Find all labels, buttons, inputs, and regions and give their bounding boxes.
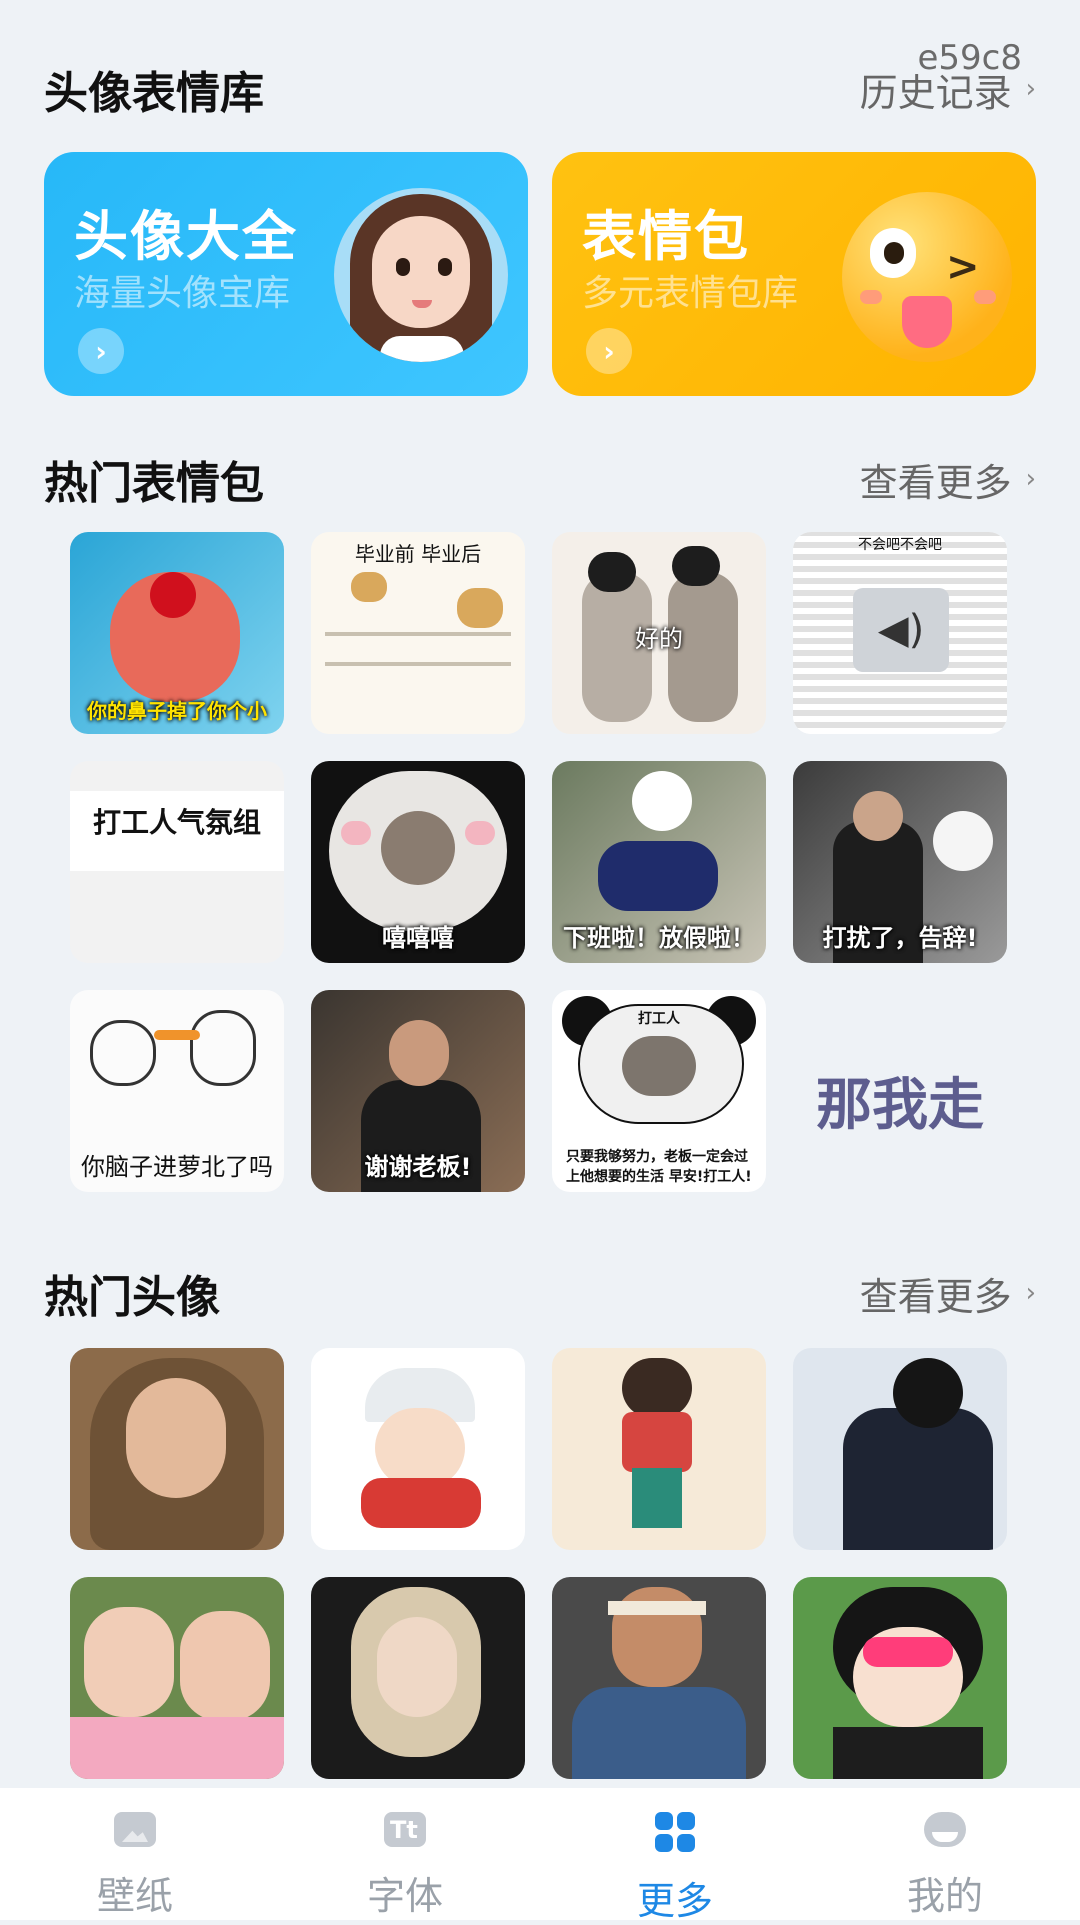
sticker-caption: 只要我够努力，老板一定会过上他想要的生活 早安!打工人! xyxy=(566,1149,752,1185)
sticker-caption: 打工人气氛组 xyxy=(92,806,261,839)
grid-icon xyxy=(655,1812,695,1852)
hot-avatars-header: 热门头像 查看更多 › xyxy=(44,1258,1036,1328)
avatar-tile[interactable] xyxy=(793,1348,1007,1550)
sticker-tile[interactable]: 打扰了，告辞! xyxy=(793,761,1007,963)
chevron-right-icon: › xyxy=(1025,464,1036,494)
hot-avatars-title: 热门头像 xyxy=(44,1272,220,1323)
avatar-tile[interactable] xyxy=(311,1577,525,1779)
tab-label: 更多 xyxy=(636,1879,713,1923)
history-link[interactable]: 历史记录 › xyxy=(860,62,1036,117)
sticker-tile[interactable]: 嘻嘻嘻 xyxy=(311,761,525,963)
bottom-tab-bar: 壁纸 字体 更多 我的 xyxy=(0,1788,1080,1923)
history-link-label: 历史记录 xyxy=(859,70,1012,115)
avatar-tile[interactable] xyxy=(793,1577,1007,1779)
tab-wallpaper[interactable]: 壁纸 xyxy=(0,1788,270,1920)
sticker-tile[interactable]: 打工人 只要我够努力，老板一定会过上他想要的生活 早安!打工人! xyxy=(552,990,766,1192)
chevron-right-icon: › xyxy=(1025,74,1036,104)
sticker-caption: 打扰了，告辞! xyxy=(822,924,978,952)
hot-avatars-grid xyxy=(70,1348,1010,1779)
sticker-tile[interactable]: 那我走 xyxy=(793,990,1007,1192)
sticker-caption: 不会吧不会吧 xyxy=(858,537,942,553)
tab-more[interactable]: 更多 xyxy=(540,1788,810,1923)
sticker-caption: 你的鼻子掉了你个小 xyxy=(87,699,267,723)
chevron-right-icon: › xyxy=(1025,1278,1036,1308)
speaker-icon: ◀) xyxy=(853,588,949,672)
sticker-tile[interactable]: 好的 xyxy=(552,532,766,734)
sticker-header: 打工人 xyxy=(638,1011,680,1027)
avatar-card-subtitle: 海量头像宝库 xyxy=(74,273,291,314)
font-icon xyxy=(384,1812,426,1847)
image-icon xyxy=(114,1812,156,1847)
avatar-tile[interactable] xyxy=(70,1577,284,1779)
tab-label: 我的 xyxy=(906,1874,983,1918)
more-link-label: 查看更多 xyxy=(859,460,1012,505)
hot-stickers-grid: 你的鼻子掉了你个小 毕业前 毕业后 好的 ◀) 不会吧不会吧 打工人气氛组 嘻嘻… xyxy=(70,532,1010,1192)
sticker-pack-card[interactable]: 表情包 多元表情包库 › > xyxy=(552,152,1036,396)
cartoon-girl-illustration xyxy=(334,188,508,362)
arrow-right-icon[interactable]: › xyxy=(586,328,632,374)
arrow-right-icon[interactable]: › xyxy=(78,328,124,374)
sticker-caption: 嘻嘻嘻 xyxy=(382,924,454,952)
tab-font[interactable]: 字体 xyxy=(270,1788,540,1920)
hot-stickers-more-link[interactable]: 查看更多 › xyxy=(860,452,1036,507)
avatar-tile[interactable] xyxy=(311,1348,525,1550)
hot-stickers-header: 热门表情包 查看更多 › xyxy=(44,444,1036,514)
sticker-tile[interactable]: ◀) 不会吧不会吧 xyxy=(793,532,1007,734)
winking-emoji-illustration: > xyxy=(842,192,1012,362)
hot-avatars-more-link[interactable]: 查看更多 › xyxy=(860,1266,1036,1321)
tab-label: 壁纸 xyxy=(96,1874,173,1918)
sticker-caption: 谢谢老板! xyxy=(364,1153,472,1181)
sticker-tile[interactable]: 毕业前 毕业后 xyxy=(311,532,525,734)
sticker-tile[interactable]: 你脑子进萝北了吗 xyxy=(70,990,284,1192)
avatar-card-title: 头像大全 xyxy=(74,205,298,268)
avatar-collection-card[interactable]: 头像大全 海量头像宝库 › xyxy=(44,152,528,396)
sticker-caption: 那我走 xyxy=(816,1073,984,1138)
sticker-card-subtitle: 多元表情包库 xyxy=(582,273,799,314)
sticker-caption: 下班啦！放假啦！ xyxy=(563,924,755,952)
avatar-tile[interactable] xyxy=(552,1577,766,1779)
more-link-label: 查看更多 xyxy=(859,1274,1012,1319)
sticker-tile[interactable]: 谢谢老板! xyxy=(311,990,525,1192)
avatar-tile[interactable] xyxy=(70,1348,284,1550)
hot-stickers-title: 热门表情包 xyxy=(44,458,264,509)
sticker-tile[interactable]: 你的鼻子掉了你个小 xyxy=(70,532,284,734)
tab-profile[interactable]: 我的 xyxy=(810,1788,1080,1920)
sticker-card-title: 表情包 xyxy=(582,205,750,268)
library-title: 头像表情库 xyxy=(44,68,264,119)
profile-icon xyxy=(924,1812,966,1847)
library-header: 头像表情库 历史记录 › xyxy=(44,54,1036,124)
sticker-tile[interactable]: 打工人气氛组 xyxy=(70,761,284,963)
sticker-tile[interactable]: 下班啦！放假啦！ xyxy=(552,761,766,963)
sticker-caption: 毕业前 毕业后 xyxy=(354,542,482,566)
sticker-caption: 好的 xyxy=(635,625,683,653)
sticker-caption: 你脑子进萝北了吗 xyxy=(81,1153,273,1181)
tab-label: 字体 xyxy=(366,1874,443,1918)
avatar-tile[interactable] xyxy=(552,1348,766,1550)
